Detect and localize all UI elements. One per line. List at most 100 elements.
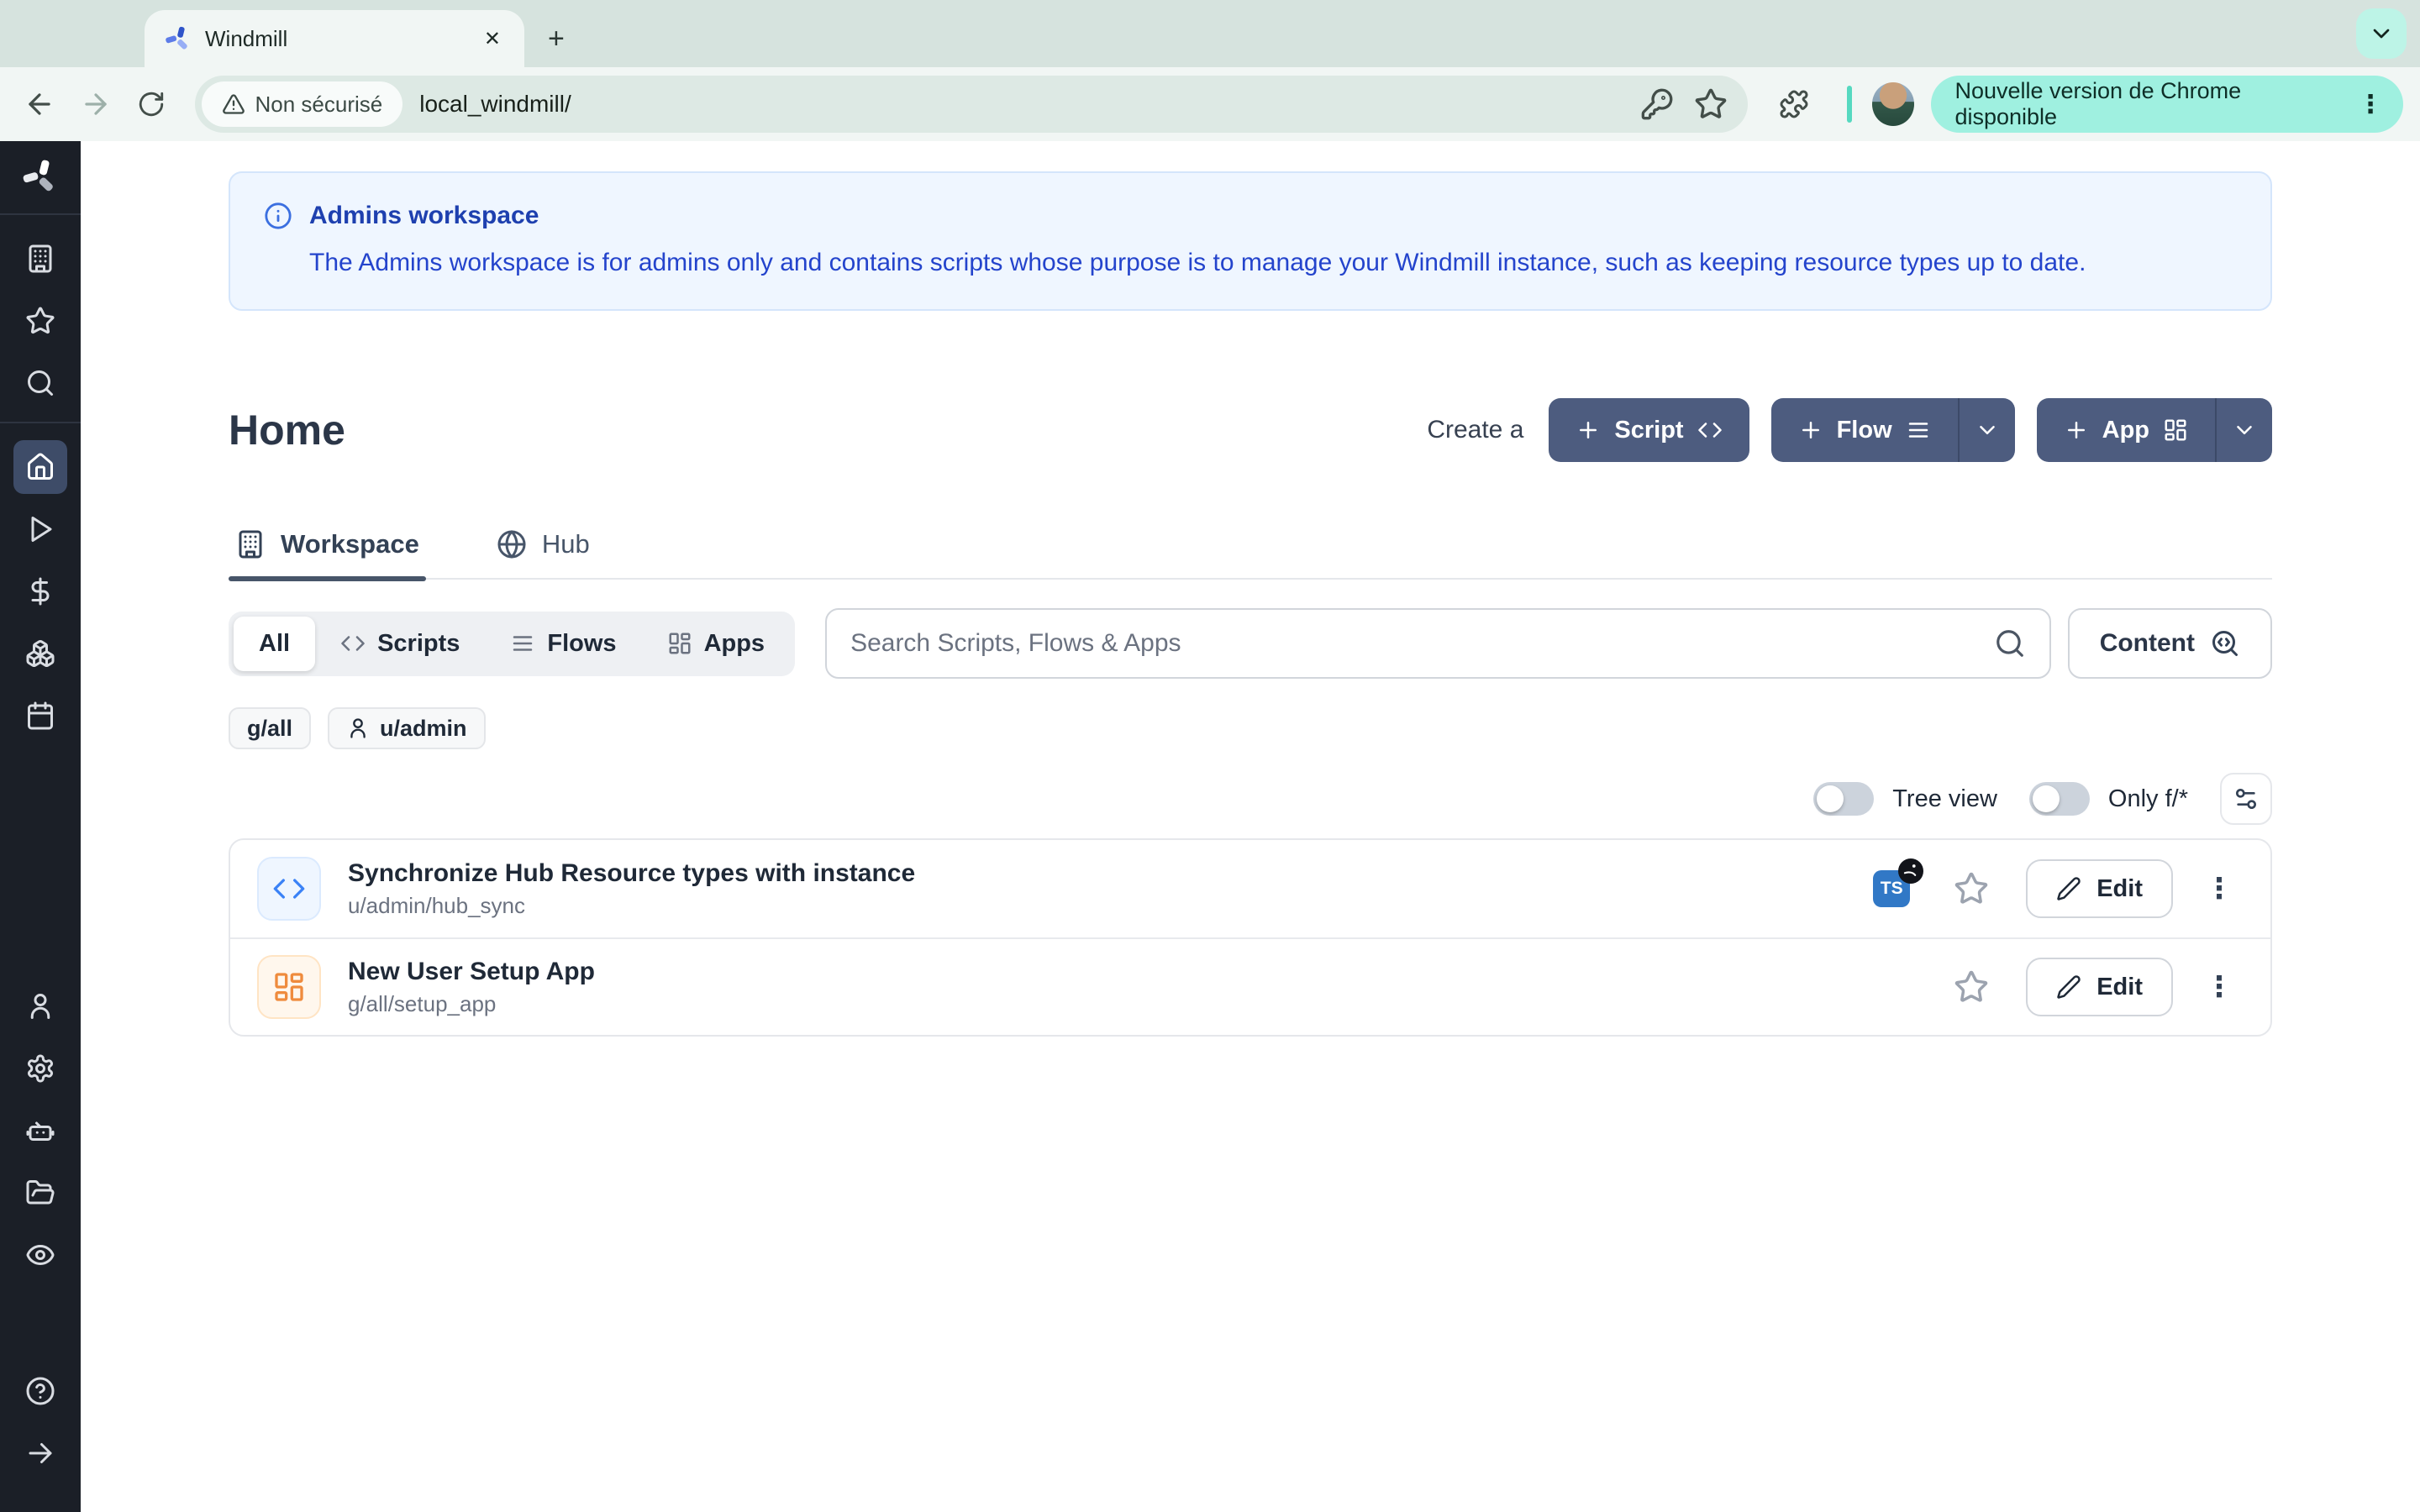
flow-bars-icon: [1906, 417, 1931, 443]
windmill-logo: [22, 158, 59, 195]
owner-badge-u-admin[interactable]: u/admin: [328, 707, 486, 749]
sidebar-item-resources[interactable]: [13, 627, 67, 680]
sidebar-item-settings[interactable]: [13, 1042, 67, 1095]
edit-button-label: Edit: [2096, 875, 2143, 903]
url-bar[interactable]: Non sécurisé local_windmill/: [195, 76, 1748, 133]
edit-button[interactable]: Edit: [2026, 859, 2173, 918]
chevron-down-icon: [2368, 20, 2395, 47]
favorite-star-button[interactable]: [1954, 969, 1989, 1005]
filter-flows[interactable]: Flows: [485, 617, 641, 671]
back-button[interactable]: [17, 81, 63, 128]
content-search-button[interactable]: Content: [2068, 608, 2272, 679]
user-icon: [25, 991, 55, 1021]
filter-apps[interactable]: Apps: [642, 617, 791, 671]
password-key-icon[interactable]: [1640, 87, 1674, 121]
chrome-menu-icon[interactable]: ⋮: [2351, 90, 2390, 119]
app-type-icon: [257, 955, 321, 1019]
create-script-button[interactable]: Script: [1549, 398, 1749, 462]
item-title[interactable]: Synchronize Hub Resource types with inst…: [348, 859, 1873, 888]
filter-all[interactable]: All: [234, 617, 315, 671]
edit-button[interactable]: Edit: [2026, 958, 2173, 1016]
badge-label: g/all: [247, 716, 292, 742]
content-button-label: Content: [2100, 629, 2195, 658]
sidebar-item-help[interactable]: [13, 1364, 67, 1418]
dashboard-grid-icon: [2163, 417, 2188, 443]
filter-apps-label: Apps: [704, 630, 765, 658]
script-type-icon: [257, 857, 321, 921]
create-app-button[interactable]: App: [2037, 398, 2272, 462]
browser-window: Windmill ✕ + Non sécurisé local_windmill…: [0, 0, 2420, 1512]
flow-button-label: Flow: [1837, 417, 1892, 444]
create-flow-button[interactable]: Flow: [1771, 398, 2015, 462]
sidebar-item-workspaces[interactable]: [13, 232, 67, 286]
sidebar-item-folders[interactable]: [13, 1166, 67, 1220]
sidebar-item-favorites[interactable]: [13, 294, 67, 348]
tree-view-label: Tree view: [1892, 785, 1997, 813]
code-icon: [340, 631, 366, 656]
sidebar-item-variables[interactable]: [13, 564, 67, 618]
sidebar-item-workers[interactable]: [13, 1104, 67, 1158]
sidebar-expand-button[interactable]: [13, 1426, 67, 1480]
tab-hub[interactable]: Hub: [490, 529, 597, 578]
profile-avatar[interactable]: [1872, 82, 1915, 126]
badge-label: u/admin: [380, 716, 467, 742]
list-display-settings-button[interactable]: [2220, 773, 2272, 825]
create-a-label: Create a: [1427, 416, 1523, 444]
app-dropdown-button[interactable]: [2215, 398, 2272, 462]
user-icon: [346, 717, 370, 740]
sidebar-item-search[interactable]: [13, 356, 67, 410]
filter-scripts[interactable]: Scripts: [315, 617, 485, 671]
owner-badge-g-all[interactable]: g/all: [229, 707, 311, 749]
windmill-favicon: [165, 25, 192, 52]
arrow-left-icon: [24, 88, 55, 120]
sidebar-item-schedules[interactable]: [13, 689, 67, 743]
new-tab-button[interactable]: +: [548, 23, 565, 55]
chevron-down-icon: [1975, 417, 2000, 443]
item-title[interactable]: New User Setup App: [348, 958, 1954, 986]
only-f-label: Only f/*: [2108, 785, 2188, 813]
sidebar-item-users[interactable]: [13, 979, 67, 1033]
chrome-update-button[interactable]: Nouvelle version de Chrome disponible ⋮: [1931, 76, 2403, 133]
app-shell: Admins workspace The Admins workspace is…: [0, 141, 2420, 1512]
robot-icon: [25, 1116, 55, 1146]
extensions-button[interactable]: [1771, 81, 1818, 128]
edit-button-label: Edit: [2096, 974, 2143, 1001]
forward-button[interactable]: [73, 81, 119, 128]
sidebar-item-runs[interactable]: [13, 502, 67, 556]
search-box[interactable]: [825, 608, 2051, 679]
sidebar-item-home[interactable]: [13, 440, 67, 494]
sidebar-divider: [0, 213, 81, 215]
filter-scripts-label: Scripts: [377, 630, 460, 658]
list-item-setup-app[interactable]: New User Setup App g/all/setup_app Edit: [230, 937, 2270, 1035]
eye-icon: [25, 1240, 55, 1270]
items-list: Synchronize Hub Resource types with inst…: [229, 838, 2272, 1037]
browser-toolbar: Non sécurisé local_windmill/ Nouvelle ve…: [0, 67, 2420, 141]
bookmark-star-icon[interactable]: [1694, 87, 1728, 121]
main-content: Admins workspace The Admins workspace is…: [81, 141, 2420, 1512]
puzzle-icon: [1779, 89, 1809, 119]
calendar-icon: [25, 701, 55, 731]
chevron-down-icon: [2232, 417, 2257, 443]
only-f-toggle[interactable]: [2029, 782, 2090, 816]
sidebar-item-audit-logs[interactable]: [13, 1228, 67, 1282]
security-chip[interactable]: Non sécurisé: [202, 81, 403, 127]
favorite-star-button[interactable]: [1954, 871, 1989, 906]
item-menu-button[interactable]: ⋮: [2195, 967, 2244, 1007]
star-icon: [1954, 969, 1989, 1005]
close-tab-icon[interactable]: ✕: [477, 24, 508, 55]
flow-bars-icon: [510, 631, 535, 656]
search-input[interactable]: [850, 629, 1994, 658]
search-code-icon: [2210, 628, 2240, 659]
url-text[interactable]: local_windmill/: [419, 91, 1619, 118]
flow-dropdown-button[interactable]: [1958, 398, 2015, 462]
tab-search-button[interactable]: [2356, 8, 2407, 59]
language-badge: TS: [1873, 870, 1910, 907]
tab-workspace[interactable]: Workspace: [229, 529, 426, 578]
tree-view-toggle[interactable]: [1813, 782, 1874, 816]
reload-button[interactable]: [129, 81, 175, 128]
kind-filter-group: All Scripts Flows Apps: [229, 612, 795, 676]
admins-workspace-banner: Admins workspace The Admins workspace is…: [229, 171, 2272, 311]
list-item-hub-sync[interactable]: Synchronize Hub Resource types with inst…: [230, 840, 2270, 937]
item-menu-button[interactable]: ⋮: [2195, 869, 2244, 909]
browser-tab-windmill[interactable]: Windmill ✕: [145, 10, 524, 67]
